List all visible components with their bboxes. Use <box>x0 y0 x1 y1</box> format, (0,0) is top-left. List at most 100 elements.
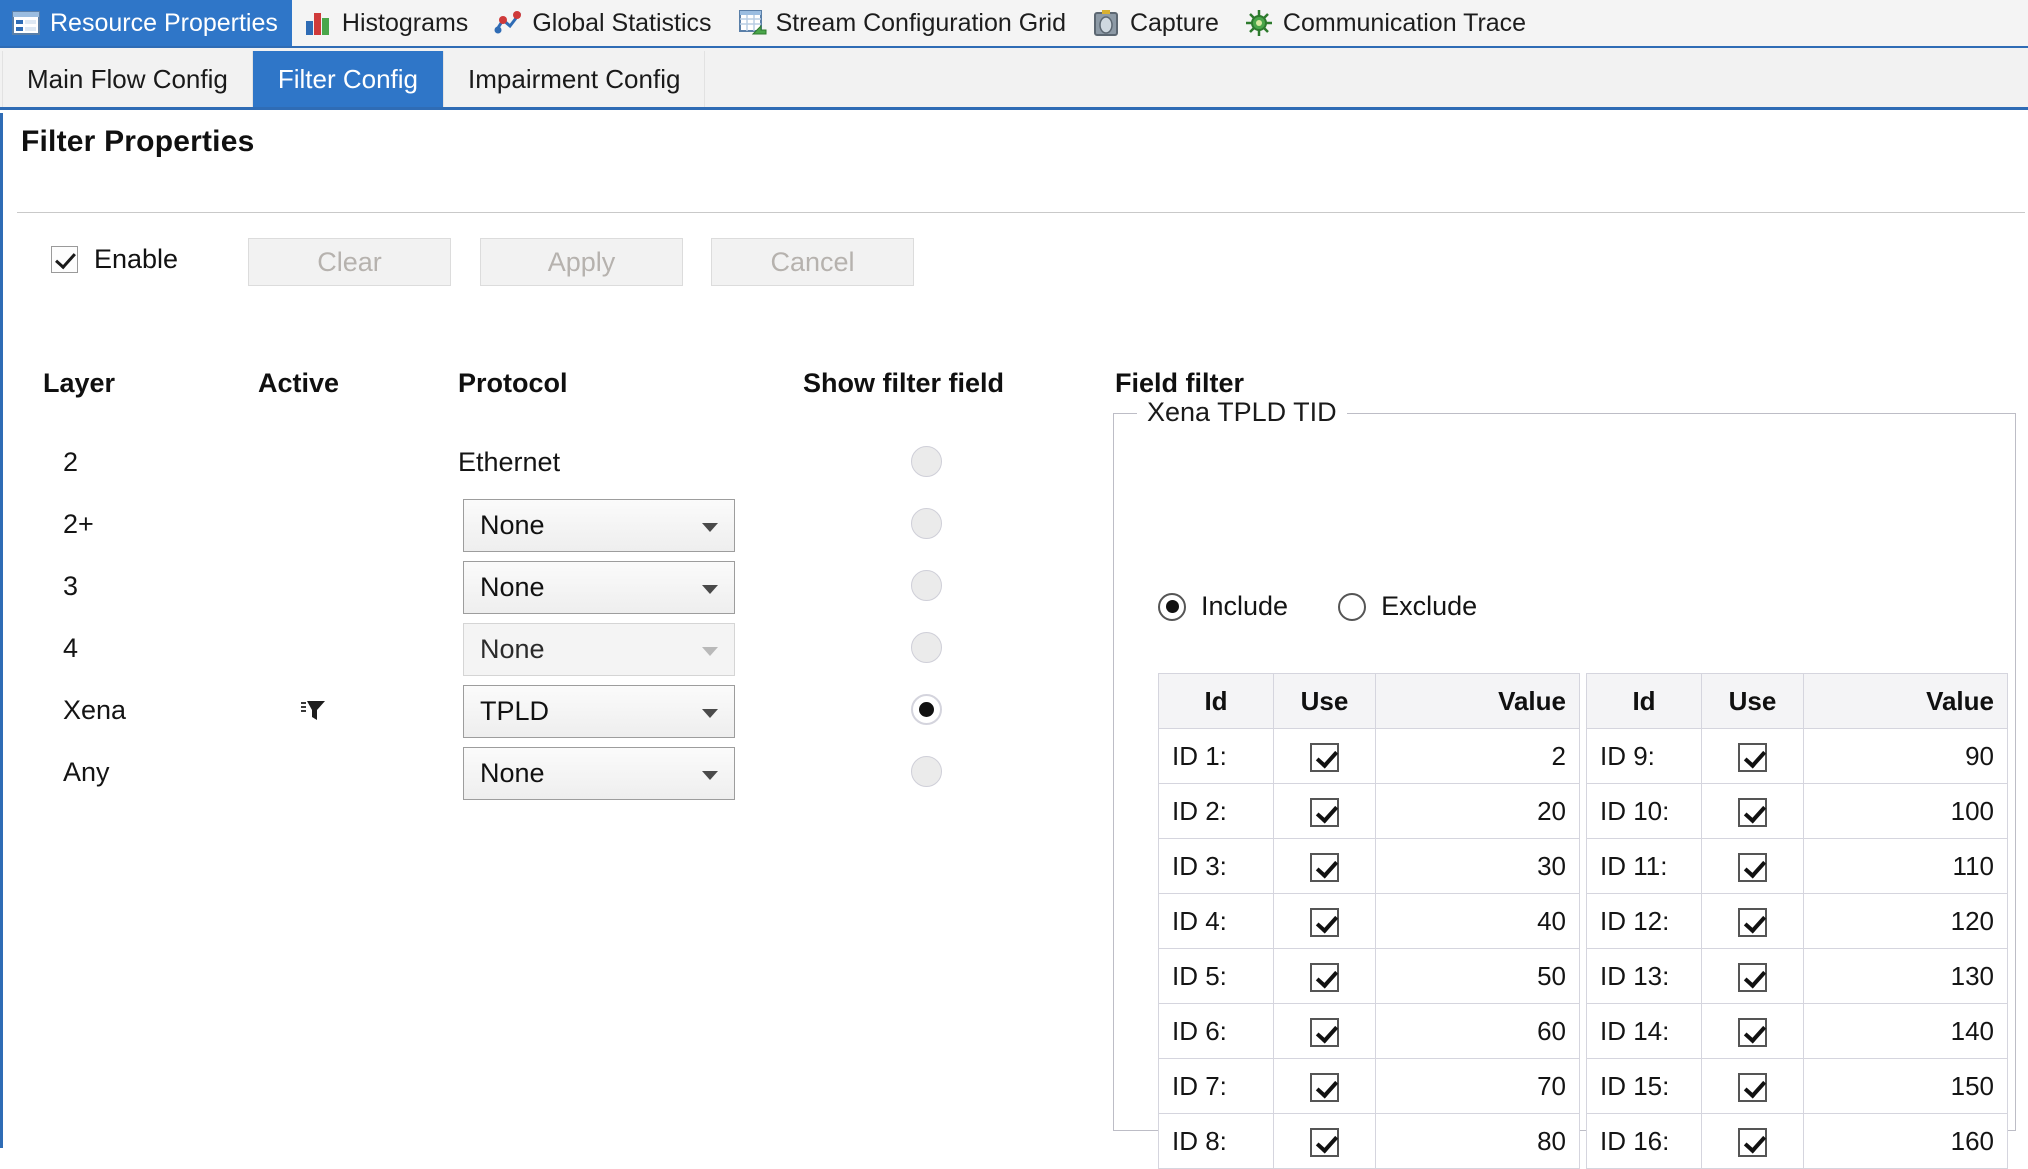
column-header-val: Value <box>1803 673 2008 729</box>
column-header-id: Id <box>1158 673 1274 729</box>
row-value-field[interactable]: 100 <box>1803 783 2008 839</box>
show-filter-field-radio[interactable] <box>911 756 942 787</box>
layer-row: Any None <box>3 741 1063 803</box>
row-use-cell[interactable] <box>1701 838 1804 894</box>
top-tab-label: Capture <box>1129 8 1219 37</box>
table-row: ID 12: 120 <box>1586 893 2008 949</box>
show-filter-field-radio[interactable] <box>911 694 942 725</box>
use-checkbox[interactable] <box>1738 907 1767 937</box>
use-checkbox[interactable] <box>1738 852 1767 882</box>
row-use-cell[interactable] <box>1701 1113 1804 1169</box>
use-checkbox[interactable] <box>1738 1127 1767 1157</box>
sub-tab-impairment-config[interactable]: Impairment Config <box>443 51 706 107</box>
row-use-cell[interactable] <box>1273 1113 1376 1169</box>
protocol-dropdown[interactable]: None <box>463 499 735 552</box>
exclude-radio[interactable] <box>1338 592 1367 621</box>
row-id-label: ID 1: <box>1158 728 1274 784</box>
table-row: ID 6: 60 <box>1158 1003 1580 1059</box>
row-value-field[interactable]: 120 <box>1803 893 2008 949</box>
apply-button[interactable]: Apply <box>480 238 683 286</box>
use-checkbox[interactable] <box>1738 742 1767 772</box>
use-checkbox[interactable] <box>1310 742 1339 772</box>
table-header-row: Id Use Value <box>1586 673 2008 729</box>
row-value-field[interactable]: 60 <box>1375 1003 1580 1059</box>
use-checkbox[interactable] <box>1738 797 1767 827</box>
row-value-field[interactable]: 40 <box>1375 893 1580 949</box>
layer-active-cell <box>293 617 333 679</box>
protocol-dropdown[interactable]: None <box>463 561 735 614</box>
show-filter-field-radio[interactable] <box>911 508 942 539</box>
use-checkbox[interactable] <box>1310 1127 1339 1157</box>
row-id-label: ID 7: <box>1158 1058 1274 1114</box>
row-use-cell[interactable] <box>1273 838 1376 894</box>
row-use-cell[interactable] <box>1701 728 1804 784</box>
use-checkbox[interactable] <box>1738 1017 1767 1047</box>
row-id-label: ID 16: <box>1586 1113 1702 1169</box>
layer-name: 2 <box>63 447 79 477</box>
row-value-field[interactable]: 20 <box>1375 783 1580 839</box>
clear-button[interactable]: Clear <box>248 238 451 286</box>
row-value-field[interactable]: 70 <box>1375 1058 1580 1114</box>
row-use-cell[interactable] <box>1273 1003 1376 1059</box>
top-tab-histograms[interactable]: Histograms <box>292 0 482 46</box>
row-value-field[interactable]: 80 <box>1375 1113 1580 1169</box>
row-use-cell[interactable] <box>1701 1003 1804 1059</box>
row-id-label: ID 3: <box>1158 838 1274 894</box>
protocol-dropdown[interactable]: None <box>463 747 735 800</box>
row-value-field[interactable]: 30 <box>1375 838 1580 894</box>
row-value-field[interactable]: 140 <box>1803 1003 2008 1059</box>
show-filter-field-radio[interactable] <box>911 632 942 663</box>
page-title: Filter Properties <box>21 125 255 158</box>
use-checkbox[interactable] <box>1738 1072 1767 1102</box>
use-checkbox[interactable] <box>1310 1072 1339 1102</box>
use-checkbox[interactable] <box>1738 962 1767 992</box>
table-row: ID 11: 110 <box>1586 838 2008 894</box>
top-tab-global-statistics[interactable]: Global Statistics <box>482 0 725 46</box>
top-tab-resource-properties[interactable]: Resource Properties <box>0 0 292 46</box>
top-tab-capture[interactable]: Capture <box>1080 0 1233 46</box>
protocol-dropdown-value: None <box>480 634 545 664</box>
row-value-field[interactable]: 110 <box>1803 838 2008 894</box>
row-use-cell[interactable] <box>1273 783 1376 839</box>
top-tab-label: Global Statistics <box>532 8 712 37</box>
row-value-field[interactable]: 50 <box>1375 948 1580 1004</box>
row-use-cell[interactable] <box>1701 948 1804 1004</box>
row-value-field[interactable]: 90 <box>1803 728 2008 784</box>
show-filter-field-radio[interactable] <box>911 446 942 477</box>
table-row: ID 9: 90 <box>1586 728 2008 784</box>
filter-toolbar: Enable Clear Apply Cancel <box>3 230 2028 300</box>
protocol-dropdown[interactable]: TPLD <box>463 685 735 738</box>
row-use-cell[interactable] <box>1273 948 1376 1004</box>
top-tab-strip: Resource Properties Histograms Global Stat… <box>0 0 2028 48</box>
top-tab-label: Communication Trace <box>1282 8 1527 37</box>
protocol-dropdown-value: None <box>480 758 545 788</box>
row-use-cell[interactable] <box>1273 893 1376 949</box>
enable-checkbox[interactable]: Enable <box>51 244 178 275</box>
row-value-field[interactable]: 150 <box>1803 1058 2008 1114</box>
row-use-cell[interactable] <box>1273 1058 1376 1114</box>
row-use-cell[interactable] <box>1273 728 1376 784</box>
chevron-down-icon <box>702 646 718 656</box>
row-value-field[interactable]: 130 <box>1803 948 2008 1004</box>
top-tab-stream-configuration-grid[interactable]: Stream Configuration Grid <box>726 0 1080 46</box>
row-use-cell[interactable] <box>1701 1058 1804 1114</box>
row-value-field[interactable]: 160 <box>1803 1113 2008 1169</box>
sub-tab-filter-config[interactable]: Filter Config <box>252 51 444 107</box>
enable-checkbox-box[interactable] <box>51 246 78 273</box>
use-checkbox[interactable] <box>1310 797 1339 827</box>
row-value-field[interactable]: 2 <box>1375 728 1580 784</box>
use-checkbox[interactable] <box>1310 1017 1339 1047</box>
cancel-button[interactable]: Cancel <box>711 238 914 286</box>
protocol-static-label: Ethernet <box>458 447 561 477</box>
use-checkbox[interactable] <box>1310 962 1339 992</box>
row-use-cell[interactable] <box>1701 893 1804 949</box>
include-radio[interactable] <box>1158 592 1186 621</box>
layer-name: 2+ <box>63 509 94 539</box>
sub-tab-main-flow-config[interactable]: Main Flow Config <box>2 51 253 107</box>
use-checkbox[interactable] <box>1310 852 1339 882</box>
row-use-cell[interactable] <box>1701 783 1804 839</box>
show-filter-field-radio[interactable] <box>911 570 942 601</box>
top-tab-label: Stream Configuration Grid <box>775 8 1066 37</box>
use-checkbox[interactable] <box>1310 907 1339 937</box>
top-tab-communication-trace[interactable]: Communication Trace <box>1233 0 1540 46</box>
